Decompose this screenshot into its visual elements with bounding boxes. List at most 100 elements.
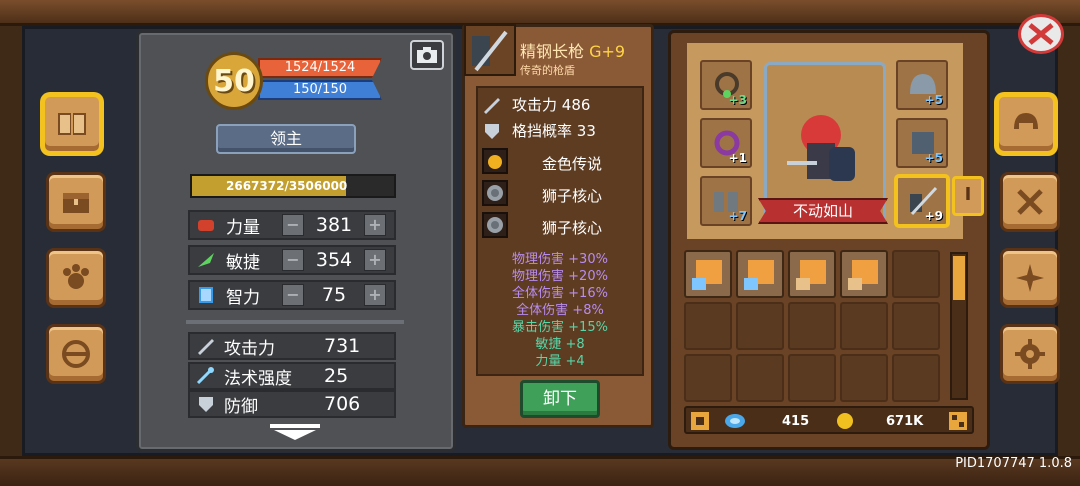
nav-book-button[interactable] bbox=[42, 94, 102, 154]
character-title-ribbon: 不动如山 bbox=[758, 198, 888, 224]
rank-title[interactable]: 领主 bbox=[216, 124, 356, 154]
book-icon bbox=[58, 113, 86, 135]
frame-right bbox=[1058, 26, 1080, 456]
gem-slot bbox=[482, 148, 508, 174]
close-button[interactable] bbox=[1018, 14, 1064, 54]
crossed-swords-icon bbox=[1017, 189, 1043, 215]
derived-row-attack: 攻击力 731 bbox=[188, 332, 396, 360]
attr-row-agility: 敏捷 − 354 + bbox=[188, 245, 396, 275]
slot-weapon[interactable]: +9 bbox=[896, 176, 948, 226]
nav-equipment-button[interactable] bbox=[996, 94, 1056, 154]
book-icon bbox=[199, 287, 213, 303]
weapon-info-list[interactable]: 攻击力 486 格挡概率 33 金色传说 狮子核心 狮子核心 物理伤害 +30%… bbox=[476, 86, 644, 376]
loadout-tab[interactable]: I bbox=[952, 176, 984, 216]
attr-label: 敏捷 bbox=[226, 252, 260, 273]
inventory-slot-empty[interactable] bbox=[892, 302, 940, 350]
bag-icon[interactable] bbox=[690, 411, 710, 431]
gem-label: 金色传说 bbox=[542, 155, 603, 173]
scroll-icon bbox=[796, 260, 826, 290]
derived-label: 法术强度 bbox=[224, 368, 292, 389]
derived-value: 731 bbox=[324, 335, 361, 357]
shield-icon bbox=[485, 123, 499, 139]
gem-slot bbox=[482, 180, 508, 206]
scrollbar-thumb[interactable] bbox=[953, 256, 965, 300]
chest-icon bbox=[63, 193, 89, 213]
screenshot-button[interactable] bbox=[410, 40, 444, 70]
slot-ring[interactable]: +1 bbox=[700, 118, 752, 168]
derived-label: 攻击力 bbox=[224, 338, 275, 359]
inventory-slot-empty[interactable] bbox=[736, 354, 784, 402]
unequip-button[interactable]: 卸下 bbox=[520, 380, 600, 418]
mp-bar: 150/150 bbox=[258, 80, 382, 100]
weapon-grade: G+9 bbox=[589, 42, 626, 61]
inventory-slot-empty[interactable] bbox=[892, 354, 940, 402]
inventory-slot-empty[interactable] bbox=[684, 302, 732, 350]
attr-row-intelligence: 智力 − 75 + bbox=[188, 280, 396, 310]
weapon-name: 精钢长枪 G+9 bbox=[520, 38, 625, 62]
slot-level: +7 bbox=[728, 209, 747, 223]
inventory-slot-empty[interactable] bbox=[840, 302, 888, 350]
gold-gem-icon bbox=[488, 155, 502, 169]
attr-value: 75 bbox=[321, 284, 347, 306]
minus-button[interactable]: − bbox=[282, 284, 304, 306]
scroll-icon bbox=[744, 260, 774, 290]
weapon-stat-value: 33 bbox=[576, 121, 596, 140]
nav-drive-button[interactable] bbox=[46, 324, 106, 384]
scroll-icon bbox=[848, 260, 878, 290]
attr-value: 354 bbox=[315, 249, 353, 271]
currency-bar: 415 671K bbox=[684, 406, 974, 434]
slot-level: +9 bbox=[924, 209, 943, 223]
weapon-stat-row: 格挡概率 33 bbox=[482, 120, 596, 141]
nav-chest-button[interactable] bbox=[46, 172, 106, 232]
spear-shield-icon bbox=[472, 30, 508, 72]
inventory-slot-empty[interactable] bbox=[684, 354, 732, 402]
expand-arrow-icon[interactable] bbox=[270, 424, 320, 440]
inventory-slot-empty[interactable] bbox=[736, 302, 784, 350]
frame-left bbox=[0, 26, 22, 456]
slot-armor[interactable]: +5 bbox=[896, 118, 948, 168]
minus-button[interactable]: − bbox=[282, 214, 304, 236]
inventory-scrollbar[interactable] bbox=[950, 252, 968, 400]
nav-settings-button[interactable] bbox=[1000, 324, 1060, 384]
plus-button[interactable]: + bbox=[364, 249, 386, 271]
slot-level: +5 bbox=[924, 93, 943, 107]
gold-coin-icon bbox=[837, 413, 853, 429]
sword-icon bbox=[198, 339, 214, 355]
plus-button[interactable]: + bbox=[364, 284, 386, 306]
weapon-stat-label: 格挡概率 bbox=[512, 122, 573, 140]
slot-helmet[interactable]: +5 bbox=[896, 60, 948, 110]
nav-pets-button[interactable] bbox=[46, 248, 106, 308]
xp-text: 2667372/3506000 bbox=[226, 179, 348, 193]
frame-bottom bbox=[0, 456, 1080, 486]
level-badge: 50 bbox=[205, 52, 263, 110]
weapon-thumbnail bbox=[464, 24, 516, 76]
nav-talent-button[interactable] bbox=[1000, 248, 1060, 308]
inventory-slot-empty[interactable] bbox=[892, 250, 940, 298]
attr-label: 智力 bbox=[226, 287, 260, 308]
slot-amulet[interactable]: +3 bbox=[700, 60, 752, 110]
inventory-slot-empty[interactable] bbox=[788, 354, 836, 402]
inventory-item-scroll[interactable] bbox=[684, 250, 732, 298]
inventory-item-scroll[interactable] bbox=[736, 250, 784, 298]
inventory-item-scroll[interactable] bbox=[788, 250, 836, 298]
scroll-icon bbox=[692, 260, 722, 290]
fist-icon bbox=[198, 220, 214, 231]
wand-icon bbox=[196, 367, 214, 385]
gem-slot bbox=[482, 212, 508, 238]
minus-button[interactable]: − bbox=[282, 249, 304, 271]
slot-level: +1 bbox=[728, 151, 747, 165]
plus-button[interactable]: + bbox=[364, 214, 386, 236]
inventory-item-scroll[interactable] bbox=[840, 250, 888, 298]
slot-boots[interactable]: +7 bbox=[700, 176, 752, 226]
weapon-stat-row: 攻击力 486 bbox=[482, 94, 590, 115]
nav-skills-button[interactable] bbox=[1000, 172, 1060, 232]
inventory-slot-empty[interactable] bbox=[788, 302, 836, 350]
slot-level: +5 bbox=[924, 151, 943, 165]
gear-icon bbox=[1015, 339, 1045, 369]
inventory-slot-empty[interactable] bbox=[840, 354, 888, 402]
wheel-icon bbox=[62, 340, 90, 368]
sort-icon[interactable] bbox=[948, 411, 968, 431]
paw-icon bbox=[63, 264, 89, 289]
gem-label: 狮子核心 bbox=[542, 187, 603, 205]
weapon-subtitle: 传奇的枪盾 bbox=[520, 64, 575, 77]
